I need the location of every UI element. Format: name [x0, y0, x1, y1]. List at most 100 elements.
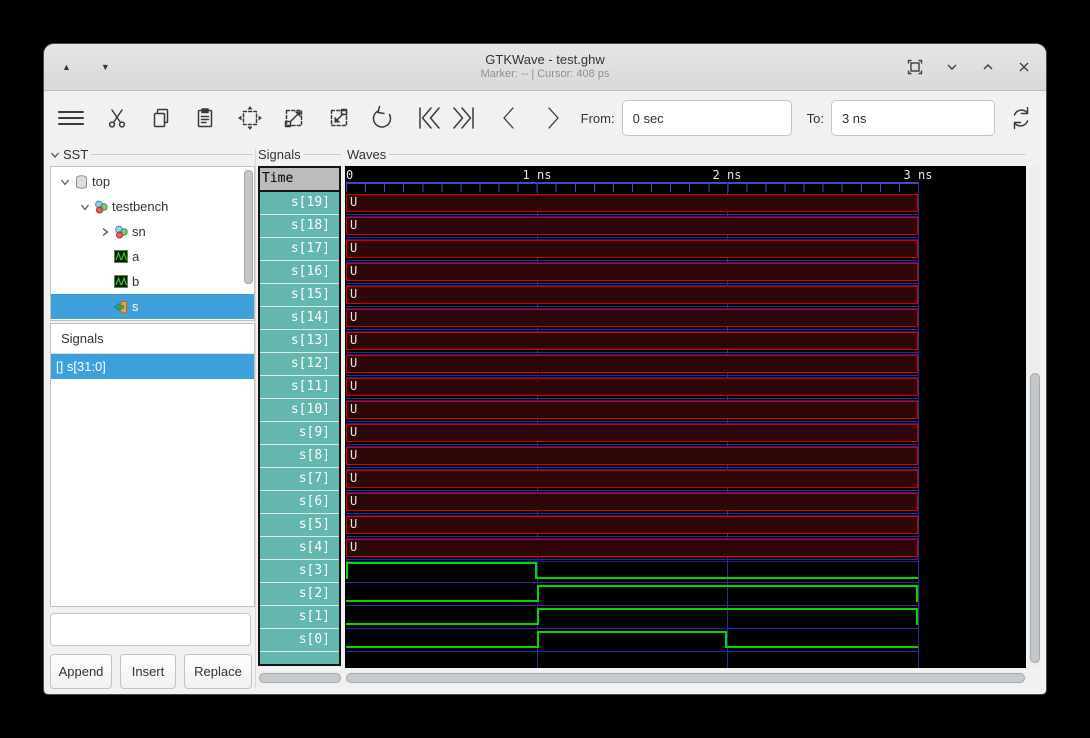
tree-item-s[interactable]: s: [51, 294, 254, 319]
pane-separator[interactable]: [255, 148, 256, 688]
waves-hscrollbar[interactable]: [345, 672, 1026, 684]
append-button[interactable]: Append: [50, 654, 112, 689]
signal-name-row[interactable]: s[5]: [260, 514, 339, 537]
signal-name-row[interactable]: s[8]: [260, 445, 339, 468]
menu-icon[interactable]: [56, 101, 86, 135]
to-input[interactable]: [830, 100, 995, 136]
close-icon[interactable]: [1014, 57, 1034, 77]
go-to-end-icon[interactable]: [450, 101, 478, 135]
wave-bus-row-s[12][interactable]: U: [346, 355, 918, 373]
expander-collapsed-icon[interactable]: [97, 227, 113, 237]
replace-button[interactable]: Replace: [184, 654, 252, 689]
reload-icon[interactable]: [1008, 101, 1034, 135]
cut-icon[interactable]: [105, 101, 131, 135]
copy-icon[interactable]: [149, 101, 175, 135]
wave-bus-row-s[7][interactable]: U: [346, 470, 918, 488]
signal-name-row[interactable]: s[18]: [260, 215, 339, 238]
search-box[interactable]: [50, 613, 251, 646]
signal-name-row[interactable]: s[3]: [260, 560, 339, 583]
wave-bus-row-s[19][interactable]: U: [346, 194, 918, 212]
wave-bit-segment-s[0][interactable]: [346, 631, 537, 648]
signals-list-panel: Signals [] s[31:0]: [50, 323, 255, 607]
wave-bus-row-s[8][interactable]: U: [346, 447, 918, 465]
wave-bit-segment-s[1][interactable]: [346, 608, 537, 625]
signal-name-row[interactable]: s[1]: [260, 606, 339, 629]
chevron-down-icon[interactable]: [942, 57, 962, 77]
signal-name-row[interactable]: s[19]: [260, 192, 339, 215]
signal-name-row[interactable]: s[11]: [260, 376, 339, 399]
wave-bit-segment-s[2][interactable]: [346, 585, 537, 602]
wave-bit-segment-s[2][interactable]: [537, 585, 918, 602]
signal-name-row[interactable]: s[10]: [260, 399, 339, 422]
expander-expanded-icon[interactable]: [77, 202, 93, 212]
search-input[interactable]: [65, 621, 245, 638]
wave-bus-row-s[13][interactable]: U: [346, 332, 918, 350]
from-input[interactable]: [621, 100, 792, 136]
wave-bus-row-s[9][interactable]: U: [346, 424, 918, 442]
scroll-up-button[interactable]: ▲: [58, 58, 75, 76]
sst-header[interactable]: SST: [50, 147, 253, 162]
signal-name-row[interactable]: s[6]: [260, 491, 339, 514]
zoom-in-icon[interactable]: [281, 101, 307, 135]
wave-bit-segment-s[0][interactable]: [727, 631, 918, 648]
chevron-up-icon[interactable]: [978, 57, 998, 77]
wave-bus-row-s[16][interactable]: U: [346, 263, 918, 281]
signal-name-row[interactable]: s[4]: [260, 537, 339, 560]
undo-icon[interactable]: [370, 101, 396, 135]
signal-name-row[interactable]: s[2]: [260, 583, 339, 606]
row-separator: [346, 536, 918, 537]
wave-bus-row-s[5][interactable]: U: [346, 516, 918, 534]
insert-button[interactable]: Insert: [120, 654, 176, 689]
wave-bus-row-s[10][interactable]: U: [346, 401, 918, 419]
timeline-tick-label: 2 ns: [712, 168, 742, 182]
signal-name-row[interactable]: s[17]: [260, 238, 339, 261]
signal-name-row[interactable]: s[16]: [260, 261, 339, 284]
signals-list-item[interactable]: [] s[31:0]: [51, 354, 254, 379]
wave-bus-row-s[6][interactable]: U: [346, 493, 918, 511]
signal-name-row[interactable]: s[14]: [260, 307, 339, 330]
signal-name-row[interactable]: s[15]: [260, 284, 339, 307]
titlebar-controls: [904, 56, 1034, 78]
previous-edge-icon[interactable]: [496, 101, 522, 135]
next-edge-icon[interactable]: [540, 101, 566, 135]
wave-area[interactable]: 01 ns 2 ns 3 ns U U U U U U U U U U U U U U U U: [345, 166, 1026, 668]
row-separator: [346, 375, 918, 376]
wave-bus-row-s[17][interactable]: U: [346, 240, 918, 258]
tree-item-top[interactable]: top: [51, 169, 254, 194]
signal-names-column[interactable]: Time s[19] s[18] s[17] s[16] s[15] s[14] s[13]…: [258, 166, 341, 666]
tree-item-testbench[interactable]: testbench: [51, 194, 254, 219]
signal-name-row[interactable]: s[9]: [260, 422, 339, 445]
paste-icon[interactable]: [193, 101, 219, 135]
scroll-down-button[interactable]: ▼: [97, 58, 114, 76]
wave-bit-segment-s[3][interactable]: [346, 562, 537, 579]
zoom-out-icon[interactable]: [326, 101, 352, 135]
to-label: To:: [806, 110, 824, 126]
sst-tree-scrollbar[interactable]: [244, 170, 253, 284]
wave-bit-segment-s[3][interactable]: [537, 562, 918, 579]
module-icon: [113, 225, 129, 239]
tree-item-a[interactable]: a: [51, 244, 254, 269]
signal-name-row[interactable]: s[0]: [260, 629, 339, 652]
wave-bus-row-s[14][interactable]: U: [346, 309, 918, 327]
wave-bit-segment-s[1][interactable]: [537, 608, 918, 625]
time-header[interactable]: Time: [260, 168, 339, 192]
sst-tree[interactable]: top testbench sn a b s: [50, 166, 255, 321]
expander-expanded-icon[interactable]: [57, 177, 73, 187]
signal-name-row[interactable]: s[7]: [260, 468, 339, 491]
signal-name-row[interactable]: s[13]: [260, 330, 339, 353]
titlebar[interactable]: ▲ ▼ GTKWave - test.ghw Marker: -- | Curs…: [44, 44, 1046, 91]
signal-name-row[interactable]: s[12]: [260, 353, 339, 376]
fit-to-window-icon[interactable]: [904, 56, 926, 78]
wave-bus-row-s[15][interactable]: U: [346, 286, 918, 304]
names-hscrollbar[interactable]: [258, 672, 342, 684]
waves-vscrollbar[interactable]: [1029, 166, 1040, 668]
tree-item-b[interactable]: b: [51, 269, 254, 294]
row-separator: [346, 559, 918, 560]
wave-bus-row-s[4][interactable]: U: [346, 539, 918, 557]
wave-bit-segment-s[0][interactable]: [537, 631, 727, 648]
tree-item-sn[interactable]: sn: [51, 219, 254, 244]
wave-bus-row-s[11][interactable]: U: [346, 378, 918, 396]
go-to-start-icon[interactable]: [415, 101, 443, 135]
zoom-fit-icon[interactable]: [237, 101, 263, 135]
wave-bus-row-s[18][interactable]: U: [346, 217, 918, 235]
